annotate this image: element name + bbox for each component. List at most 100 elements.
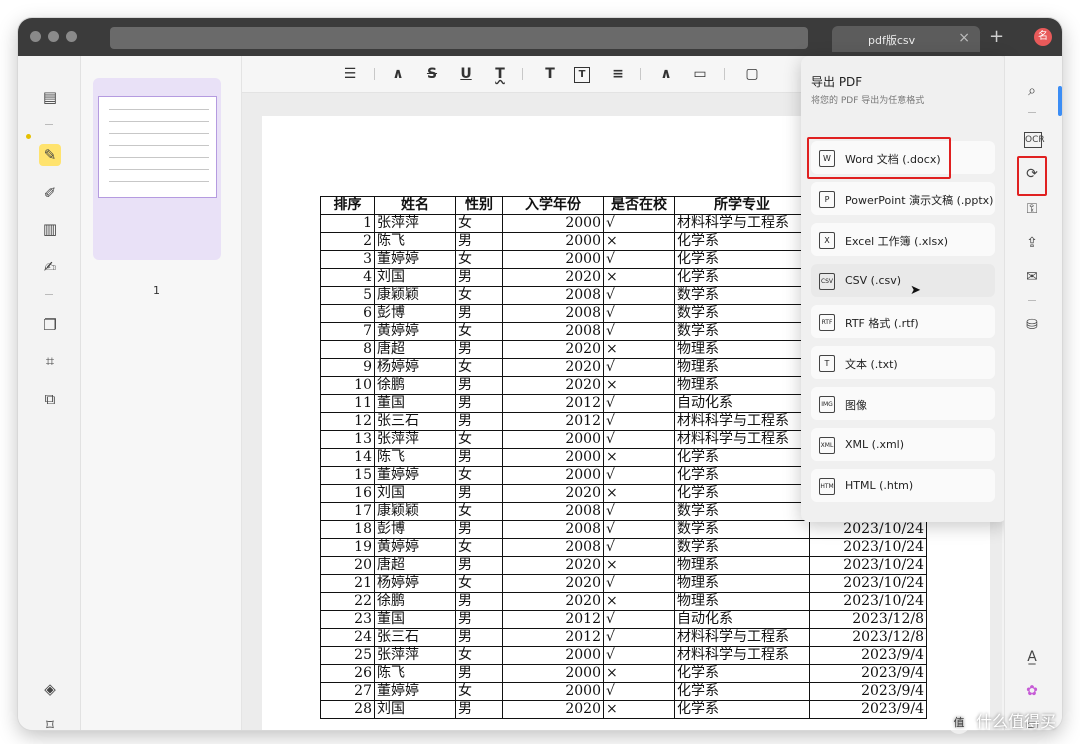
table-cell: 2020 [502, 358, 604, 377]
watermark-logo: 值 [948, 711, 970, 734]
table-cell: 化学系 [674, 484, 810, 503]
divider [45, 294, 53, 295]
active-indicator [26, 134, 31, 139]
zoom-window-button[interactable] [66, 31, 77, 42]
ocr-icon[interactable]: OCR [1024, 132, 1045, 148]
table-cell: 26 [320, 664, 375, 683]
share-icon[interactable]: ⇪ [1021, 232, 1043, 254]
table-cell: 陈飞 [374, 664, 456, 683]
text-icon[interactable]: T [540, 64, 560, 84]
tab-document[interactable]: pdf版csv × [832, 26, 980, 52]
tab-close-icon[interactable]: × [958, 30, 970, 46]
form-icon[interactable]: ▥ [39, 218, 61, 240]
export-excel-option[interactable]: X Excel 工作簿 (.xlsx) [811, 223, 995, 256]
table-cell: √ [603, 628, 675, 647]
table-cell: 刘国 [374, 700, 456, 719]
shape-icon[interactable]: ▢ [742, 64, 762, 84]
highlighter-icon[interactable]: ✎ [39, 144, 61, 166]
csv-icon: CSV [819, 273, 835, 290]
highlight-icon[interactable]: ∧ [388, 64, 408, 84]
table-cell: 男 [455, 268, 503, 287]
divider [640, 68, 641, 80]
table-cell: 2023/12/8 [809, 610, 927, 629]
option-label: RTF 格式 (.rtf) [845, 317, 919, 330]
table-cell: 陈飞 [374, 448, 456, 467]
reader-icon[interactable]: ▤ [39, 86, 61, 108]
tools-icon[interactable]: ⧉ [39, 388, 61, 410]
table-cell: 徐鹏 [374, 592, 456, 611]
search-icon[interactable]: ⌕ [1021, 80, 1043, 102]
table-cell: 数学系 [674, 286, 810, 305]
table-cell: × [603, 448, 675, 467]
comment-icon[interactable]: ☰ [340, 64, 360, 84]
textbox-icon[interactable]: T [574, 67, 590, 83]
table-cell: 2000 [502, 232, 604, 251]
table-cell: 22 [320, 592, 375, 611]
translate-icon[interactable]: A̲ [1021, 646, 1043, 668]
edit-pdf-icon[interactable]: ✐ [39, 182, 61, 204]
table-cell: 男 [455, 394, 503, 413]
export-image-option[interactable]: IMG 图像 [811, 387, 995, 420]
export-html-option[interactable]: HTM HTML (.htm) [811, 469, 995, 502]
column-header: 入学年份 [502, 196, 604, 215]
table-cell: 女 [455, 646, 503, 665]
squiggly-icon[interactable]: T [490, 64, 510, 84]
crop-icon[interactable]: ⌗ [39, 350, 61, 372]
table-cell: 6 [320, 304, 375, 323]
table-cell: 2000 [502, 682, 604, 701]
export-csv-option[interactable]: CSV CSV (.csv) [811, 264, 995, 297]
table-cell: 康颖颖 [374, 286, 456, 305]
protect-icon[interactable]: ⚿ [1021, 198, 1043, 220]
avatar[interactable]: 名 [1034, 28, 1052, 46]
option-label: 文本 (.txt) [845, 358, 898, 371]
table-cell: 2020 [502, 574, 604, 593]
fill-sign-icon[interactable]: ✍ [39, 256, 61, 278]
option-label: HTML (.htm) [845, 479, 914, 492]
page-thumbnail[interactable] [93, 78, 221, 260]
table-cell: 9 [320, 358, 375, 377]
eraser-icon[interactable]: ▭ [690, 64, 710, 84]
mail-icon[interactable]: ✉ [1021, 266, 1043, 288]
minimize-window-button[interactable] [48, 31, 59, 42]
layers-icon[interactable]: ◈ [39, 678, 61, 700]
underline-icon[interactable]: U [456, 64, 476, 84]
export-xml-option[interactable]: XML XML (.xml) [811, 428, 995, 461]
divider [374, 68, 375, 80]
bookmark-icon[interactable]: ⌑ [39, 714, 61, 730]
table-cell: 物理系 [674, 556, 810, 575]
table-cell: 2020 [502, 556, 604, 575]
table-cell: 董婷婷 [374, 466, 456, 485]
table-cell: × [603, 376, 675, 395]
table-cell: 2023/10/24 [809, 556, 927, 575]
table-cell: 彭博 [374, 304, 456, 323]
table-cell: 杨婷婷 [374, 574, 456, 593]
column-header: 姓名 [374, 196, 456, 215]
column-header: 排序 [320, 196, 375, 215]
ai-assistant-icon[interactable]: ✿ [1021, 680, 1043, 702]
table-cell: 12 [320, 412, 375, 431]
table-cell: 2020 [502, 484, 604, 503]
table-cell: √ [603, 358, 675, 377]
table-row: 27 董婷婷女 2000 √ 化学系 2023/9/4 [320, 682, 927, 701]
table-cell: √ [603, 394, 675, 413]
save-icon[interactable]: ⛁ [1021, 314, 1043, 336]
table-cell: 2008 [502, 304, 604, 323]
export-powerpoint-option[interactable]: P PowerPoint 演示文稿 (.pptx) [811, 182, 995, 215]
export-rtf-option[interactable]: RTF RTF 格式 (.rtf) [811, 305, 995, 338]
callout-icon[interactable]: ≡ [608, 64, 628, 84]
organize-pages-icon[interactable]: ❐ [39, 314, 61, 336]
export-word-option[interactable]: W Word 文档 (.docx) [807, 137, 995, 179]
table-cell: 女 [455, 430, 503, 449]
table-cell: 数学系 [674, 520, 810, 539]
rtf-icon: RTF [819, 314, 835, 331]
table-cell: 2 [320, 232, 375, 251]
new-tab-button[interactable]: + [989, 26, 1004, 47]
export-txt-option[interactable]: T 文本 (.txt) [811, 346, 995, 379]
table-cell: 男 [455, 304, 503, 323]
pencil-icon[interactable]: ∧ [656, 64, 676, 84]
address-bar[interactable] [110, 27, 808, 49]
table-cell: 物理系 [674, 358, 810, 377]
strikethrough-icon[interactable]: S [422, 64, 442, 84]
table-row: 22 徐鹏男 2020 × 物理系 2023/10/24 [320, 592, 927, 611]
close-window-button[interactable] [30, 31, 41, 42]
